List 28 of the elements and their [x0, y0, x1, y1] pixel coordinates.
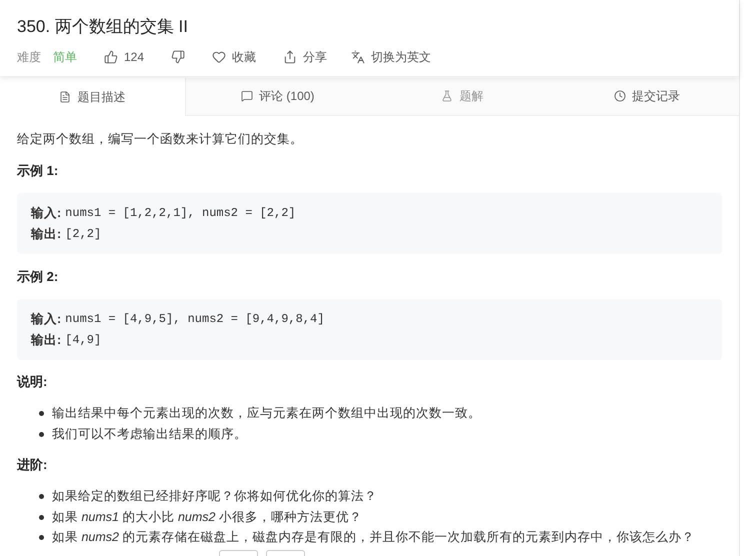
share-button[interactable]: 分享	[283, 48, 328, 66]
code-value: [2,2]	[65, 226, 102, 243]
like-button[interactable]: 124	[104, 48, 144, 66]
description-text: 给定两个数组，编写一个函数来计算它们的交集。	[17, 130, 303, 148]
list-item: 如果 nums2 的元素存储在磁盘上，磁盘内存是有限的，并且你不能一次加载所有的元素到内存中，你该怎么办？	[52, 529, 694, 546]
code-label: 输入:	[31, 310, 62, 328]
tab[interactable]: 评论 (100)	[186, 78, 370, 114]
list-item: 如果 nums1 的大小比 nums2 小很多，哪种方法更优？	[52, 508, 362, 526]
difficulty-value: 简单	[53, 48, 77, 66]
translate-button[interactable]: 切换为英文	[351, 48, 432, 66]
section-heading: 说明:	[17, 373, 48, 392]
code-label: 输入:	[31, 204, 62, 222]
example-heading: 示例 1:	[17, 162, 58, 180]
tab[interactable]: 提交记录	[554, 78, 739, 114]
code-label: 输出:	[31, 332, 62, 348]
list-item: 输出结果中每个元素出现的次数，应与元素在两个数组中出现的次数一致。	[52, 404, 481, 422]
section-heading: 进阶:	[17, 456, 48, 474]
favorite-button[interactable]: 收藏	[212, 48, 256, 66]
difficulty-label: 难度	[17, 48, 41, 66]
code-label: 输出:	[31, 226, 62, 242]
tab[interactable]: 题目描述	[0, 78, 186, 116]
example-heading: 示例 2:	[17, 268, 58, 286]
code-value: nums1 = [4,9,5], nums2 = [9,4,9,8,4]	[65, 311, 324, 328]
list-item: 如果给定的数组已经排好序呢？你将如何优化你的算法？	[52, 488, 377, 505]
problem-title: 350. 两个数组的交集 II	[17, 16, 188, 38]
code-value: nums1 = [1,2,2,1], nums2 = [2,2]	[65, 205, 296, 222]
code-value: [4,9]	[65, 332, 102, 349]
list-item: 我们可以不考虑输出结果的顺序。	[52, 426, 247, 442]
